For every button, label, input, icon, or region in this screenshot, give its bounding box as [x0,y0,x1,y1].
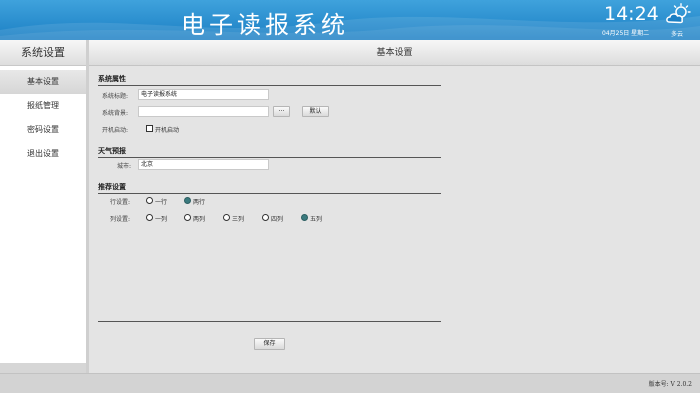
page-title: 基本设置 [89,40,700,66]
city-label: 城市: [117,163,132,170]
column-option-one: 一列 [155,216,168,223]
save-button[interactable]: 保存 [254,338,285,350]
sidebar-item-password-settings[interactable]: 密码设置 [0,118,86,142]
version-text: 版本号: V 2.0.2 [648,381,692,388]
system-title-label: 系统标题: [102,93,129,100]
section-recommended-settings: 推荐设置 [98,182,441,194]
column-radio-three[interactable] [223,214,230,221]
row-settings-label: 行设置: [110,199,131,206]
column-radio-five[interactable] [301,214,308,221]
status-bar: 版本号: V 2.0.2 [0,373,700,393]
startup-checkbox[interactable] [146,125,153,132]
form-bottom-divider [98,321,441,322]
row-radio-one[interactable] [146,197,153,204]
sidebar-footer [0,363,86,373]
startup-option-label: 开机启动 [155,127,180,134]
sidebar-item-basic-settings[interactable]: 基本设置 [0,70,86,94]
partly-cloudy-icon [666,3,691,24]
default-button[interactable]: 默认 [302,106,329,117]
column-option-two: 两列 [193,216,206,223]
sidebar-item-newspaper-management[interactable]: 报纸管理 [0,94,86,118]
section-system-properties: 系统属性 [98,74,441,86]
column-option-five: 五列 [310,216,323,223]
clock: 14:24 [604,3,659,25]
startup-label: 开机启动: [102,127,129,134]
system-background-label: 系统背景: [102,110,129,117]
column-radio-two[interactable] [184,214,191,221]
date-text: 04月25日 星期二 [602,30,650,37]
browse-button[interactable]: ··· [273,106,290,117]
row-option-one: 一行 [155,199,168,206]
section-weather-forecast: 天气预报 [98,146,441,158]
app-header: 电子读报系统 14:24 04月25日 星期二 多云 [0,0,700,40]
sidebar: 系统设置 基本设置 报纸管理 密码设置 退出设置 [0,40,86,373]
sidebar-title: 系统设置 [0,40,86,66]
row-radio-two[interactable] [184,197,191,204]
weather-text: 多云 [671,31,684,38]
sidebar-divider [86,40,89,373]
column-radio-one[interactable] [146,214,153,221]
column-option-three: 三列 [232,216,245,223]
system-title-input[interactable]: 电子读报系统 [138,89,269,100]
system-background-input[interactable] [138,106,269,117]
row-option-two: 两行 [193,199,206,206]
sidebar-item-exit-settings[interactable]: 退出设置 [0,142,86,166]
column-settings-label: 列设置: [110,216,131,223]
column-option-four: 四列 [271,216,284,223]
app-title: 电子读报系统 [181,11,349,39]
city-input[interactable]: 北京 [138,159,269,170]
column-radio-four[interactable] [262,214,269,221]
